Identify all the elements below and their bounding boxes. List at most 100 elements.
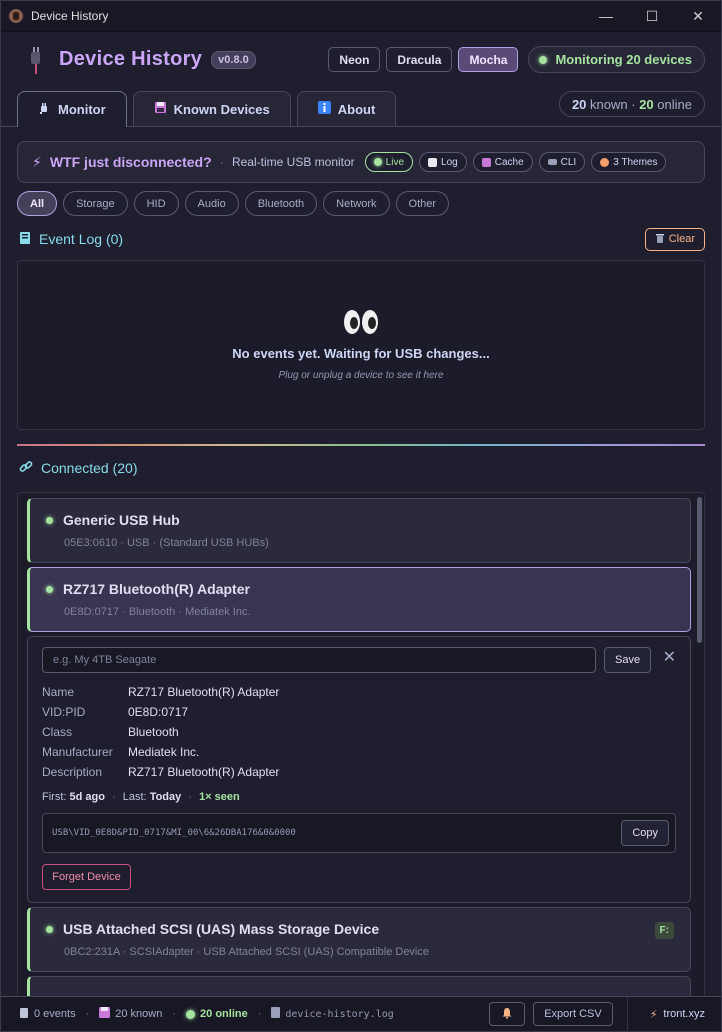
- filter-audio[interactable]: Audio: [184, 191, 239, 216]
- clear-label: Clear: [668, 233, 695, 245]
- known-status: 20 known: [99, 1007, 162, 1021]
- info-key: Manufacturer: [42, 745, 113, 759]
- pill-label: CLI: [560, 156, 577, 168]
- device-name: Generic USB Hub: [63, 512, 180, 528]
- device-card-selected[interactable]: RZ717 Bluetooth(R) Adapter 0E8D:0717 · B…: [27, 567, 691, 632]
- close-details-icon[interactable]: ✕: [663, 647, 676, 667]
- window-controls: — ☐ ✕: [583, 1, 721, 31]
- online-status: 20 online: [186, 1008, 248, 1020]
- filter-storage[interactable]: Storage: [63, 191, 128, 216]
- pill-label: 3 Themes: [613, 156, 658, 168]
- connected-device-list[interactable]: Generic USB Hub 05E3:0610 · USB · (Stand…: [17, 492, 705, 1004]
- title-bar: Device History — ☐ ✕: [1, 1, 721, 32]
- floppy-icon: [99, 1007, 111, 1021]
- event-log-title: Event Log (0): [39, 231, 124, 247]
- feature-pill-live: Live: [364, 152, 414, 172]
- divider: [626, 996, 628, 1032]
- tab-about[interactable]: About: [296, 91, 397, 126]
- save-nickname-button[interactable]: Save: [604, 647, 652, 673]
- instance-path-box: USB\VID_0E8D&PID_0717&MI_00\6&26DBA176&0…: [42, 813, 676, 853]
- bell-icon: [501, 1007, 513, 1022]
- filter-hid[interactable]: HID: [133, 191, 179, 216]
- pill-label: Cache: [494, 156, 524, 168]
- log-file-icon: [428, 157, 438, 167]
- info-value: RZ717 Bluetooth(R) Adapter: [128, 765, 280, 779]
- export-csv-button[interactable]: Export CSV: [533, 1002, 613, 1026]
- info-value: Mediatek Inc.: [128, 745, 200, 759]
- last-seen-label: Last:: [122, 791, 147, 803]
- events-status: 0 events: [19, 1007, 76, 1022]
- window-title: Device History: [31, 9, 109, 23]
- minimize-button[interactable]: —: [583, 1, 629, 31]
- plug-icon: [38, 102, 51, 118]
- eyes-icon: [344, 309, 378, 334]
- nickname-input[interactable]: [42, 647, 596, 673]
- credit-link[interactable]: ⚡ tront.xyz: [650, 1008, 705, 1021]
- instance-path: USB\VID_0E8D&PID_0717&MI_00\6&26DBA176&0…: [52, 828, 296, 838]
- device-card[interactable]: Generic USB Hub 05E3:0610 · USB · (Stand…: [27, 498, 691, 563]
- clear-log-button[interactable]: Clear: [644, 227, 705, 251]
- log-file-name: device-history.log: [285, 1008, 394, 1020]
- device-meta: 05E3:0610 · USB · (Standard USB HUBs): [64, 537, 269, 549]
- feature-pill-cache: Cache: [472, 152, 533, 172]
- usb-plug-icon: [25, 46, 45, 74]
- filter-bluetooth[interactable]: Bluetooth: [244, 191, 318, 216]
- count-separator: ·: [631, 96, 636, 112]
- info-key: Class: [42, 725, 73, 739]
- credit-label: tront.xyz: [663, 1008, 705, 1020]
- palette-icon: [600, 157, 610, 167]
- filter-other[interactable]: Other: [395, 191, 450, 216]
- online-count: 20 online: [200, 1008, 248, 1020]
- filter-all[interactable]: All: [17, 191, 58, 216]
- separator: ·: [172, 1008, 177, 1020]
- app-icon: [9, 9, 23, 23]
- banner-subtitle: Real-time USB monitor: [231, 155, 355, 169]
- separator: ·: [85, 1008, 90, 1020]
- known-label: known: [590, 96, 628, 112]
- event-log-header: Event Log (0) Clear: [19, 227, 705, 251]
- last-seen-value: Today: [149, 791, 182, 803]
- empty-state-title: No events yet. Waiting for USB changes..…: [232, 345, 490, 361]
- tab-monitor[interactable]: Monitor: [17, 91, 127, 127]
- category-filters: All Storage HID Audio Bluetooth Network …: [17, 191, 705, 216]
- tab-known-devices[interactable]: Known Devices: [132, 91, 291, 126]
- known-count: 20 known: [115, 1008, 163, 1020]
- theme-button-neon[interactable]: Neon: [328, 47, 381, 72]
- list-scrollbar[interactable]: [697, 497, 702, 643]
- connected-header: Connected (20): [19, 456, 705, 480]
- first-seen-value: 5d ago: [69, 791, 105, 803]
- info-value: RZ717 Bluetooth(R) Adapter: [128, 685, 280, 699]
- log-file-status: device-history.log: [271, 1007, 394, 1021]
- info-value: Bluetooth: [128, 725, 179, 739]
- device-card[interactable]: USB Attached SCSI (UAS) Mass Storage Dev…: [27, 907, 691, 972]
- theme-button-mocha[interactable]: Mocha: [458, 47, 519, 72]
- separator: ·: [257, 1008, 262, 1020]
- live-dot-icon: [373, 158, 382, 166]
- seen-count: 1× seen: [199, 791, 240, 803]
- online-count: 20: [639, 96, 654, 112]
- feature-pill-cli: CLI: [538, 152, 586, 172]
- forget-device-button[interactable]: Forget Device: [42, 864, 131, 890]
- filter-network[interactable]: Network: [323, 191, 390, 216]
- floppy-icon: [154, 101, 167, 117]
- theme-switcher: Neon Dracula Mocha: [328, 47, 519, 72]
- info-key: Name: [42, 685, 75, 699]
- known-count: 20: [571, 96, 587, 112]
- connected-title: Connected (20): [41, 460, 138, 476]
- notifications-button[interactable]: [489, 1002, 526, 1026]
- seen-summary: First: 5d ago · Last: Today · 1× seen: [42, 791, 240, 803]
- drive-letter-badge: F:: [654, 922, 674, 939]
- device-counts: 20 known · 20 online: [558, 91, 705, 117]
- maximize-button[interactable]: ☐: [629, 1, 675, 31]
- status-bar: 0 events · 20 known · 20 online · device…: [1, 996, 721, 1032]
- event-log-panel[interactable]: No events yet. Waiting for USB changes..…: [17, 260, 705, 430]
- monitoring-status: Monitoring 20 devices: [528, 46, 705, 73]
- close-window-button[interactable]: ✕: [675, 1, 721, 31]
- trash-icon: [655, 232, 665, 246]
- device-name: RZ717 Bluetooth(R) Adapter: [63, 581, 250, 597]
- lightning-icon: ⚡: [32, 153, 42, 170]
- theme-button-dracula[interactable]: Dracula: [386, 47, 453, 72]
- online-label: online: [657, 96, 692, 112]
- copy-path-button[interactable]: Copy: [621, 820, 669, 846]
- device-meta: 0E8D:0717 · Bluetooth · Mediatek Inc.: [64, 606, 251, 618]
